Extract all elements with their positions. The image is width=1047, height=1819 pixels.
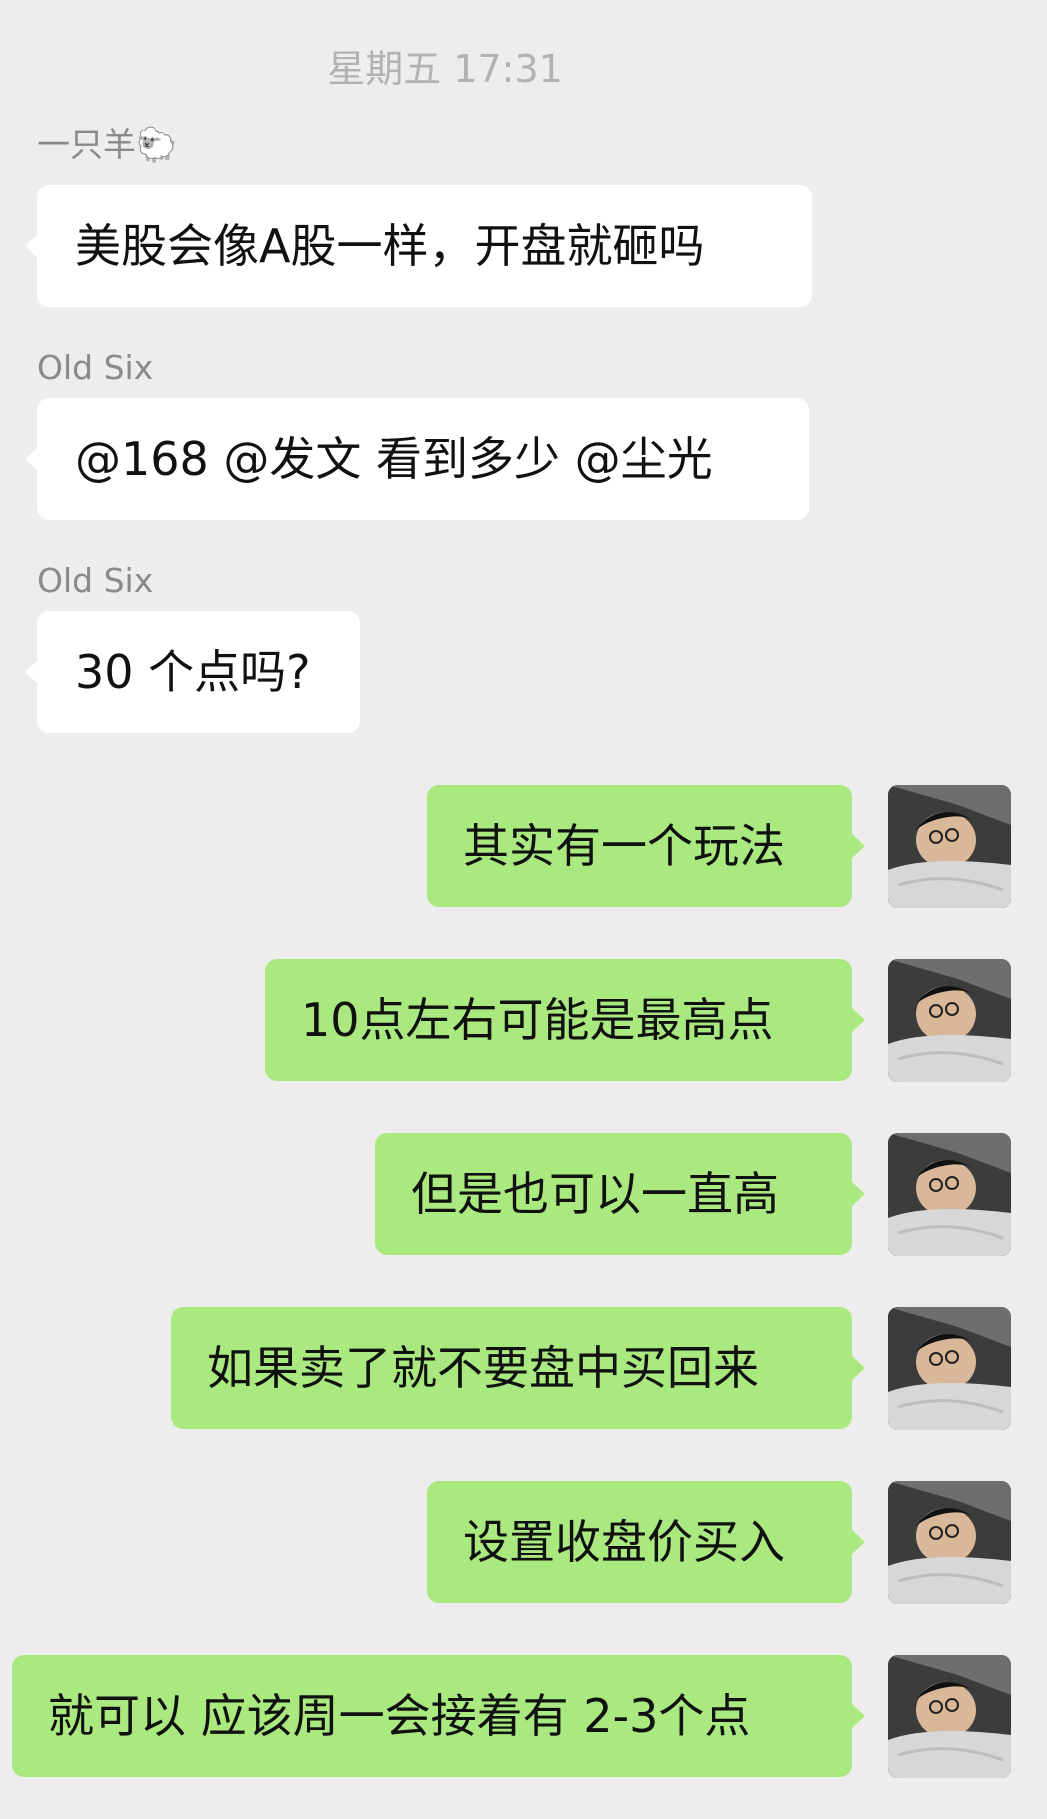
bubble-tail [25, 660, 38, 684]
message-text: @168 @发文 看到多少 @尘光 [75, 432, 713, 486]
bubble-tail [25, 447, 38, 471]
user-avatar-icon[interactable] [888, 1481, 1011, 1604]
sender-name: 一只羊🐑 [37, 125, 178, 164]
bubble-tail [852, 1530, 865, 1554]
sender-name: Old Six [37, 348, 154, 387]
message-bubble[interactable]: 10点左右可能是最高点 [265, 959, 865, 1081]
user-avatar-icon[interactable] [888, 1655, 1011, 1778]
message-text: 美股会像A股一样，开盘就砸吗 [75, 219, 705, 273]
message-bubble[interactable]: 其实有一个玩法 [427, 785, 865, 907]
user-avatar-icon[interactable] [888, 785, 1011, 908]
user-avatar-icon[interactable] [888, 1133, 1011, 1256]
user-avatar-icon[interactable] [888, 959, 1011, 1082]
message-text: 但是也可以一直高 [411, 1167, 779, 1221]
message-bubble[interactable]: 但是也可以一直高 [375, 1133, 865, 1255]
message-bubble[interactable]: 如果卖了就不要盘中买回来 [171, 1307, 865, 1429]
message-text: 就可以 应该周一会接着有 2-3个点 [48, 1689, 751, 1743]
user-avatar-icon[interactable] [888, 1307, 1011, 1430]
message-text: 其实有一个玩法 [463, 819, 785, 873]
bubble-tail [852, 834, 865, 858]
message-text: 10点左右可能是最高点 [301, 993, 774, 1047]
message-bubble[interactable]: 就可以 应该周一会接着有 2-3个点 [12, 1655, 865, 1777]
bubble-tail [852, 1704, 865, 1728]
message-bubble[interactable]: 美股会像A股一样，开盘就砸吗 [25, 185, 812, 307]
sender-name: Old Six [37, 561, 154, 600]
bubble-tail [852, 1008, 865, 1032]
message-bubble[interactable]: 设置收盘价买入 [427, 1481, 865, 1603]
message-bubble[interactable]: @168 @发文 看到多少 @尘光 [25, 398, 809, 520]
timestamp: 星期五 17:31 [327, 47, 563, 91]
message-text: 如果卖了就不要盘中买回来 [207, 1341, 759, 1395]
bubble-tail [852, 1182, 865, 1206]
message-text: 30 个点吗? [75, 645, 311, 699]
message-text: 设置收盘价买入 [463, 1515, 785, 1569]
bubble-tail [25, 234, 38, 258]
message-bubble[interactable]: 30 个点吗? [25, 611, 360, 733]
bubble-tail [852, 1356, 865, 1380]
